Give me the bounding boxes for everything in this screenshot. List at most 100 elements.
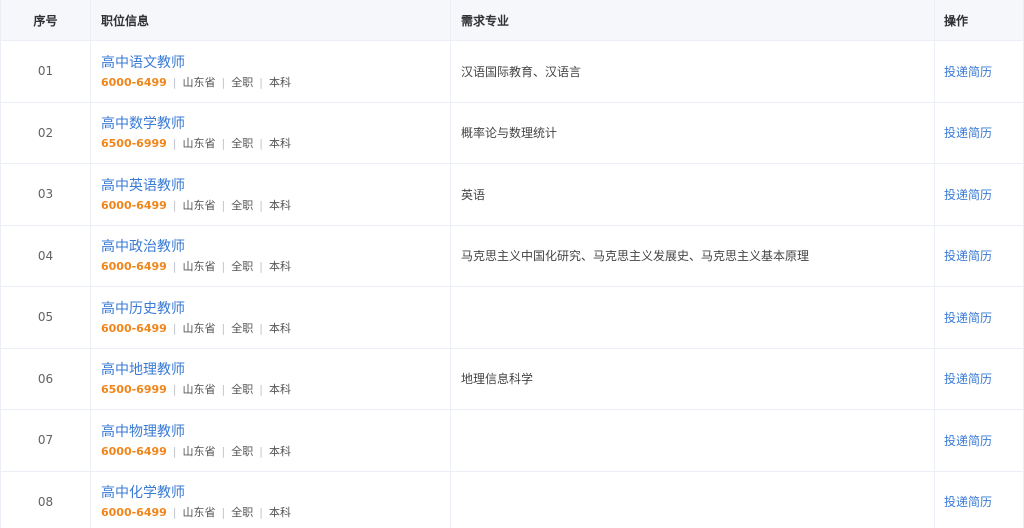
meta-separator: | [172, 506, 177, 520]
table-row: 06 高中地理教师 6500-6999 | 山东省 | 全职 | 本科 地理信息… [1, 348, 1023, 410]
job-info-cell: 高中地理教师 6500-6999 | 山东省 | 全职 | 本科 [91, 348, 451, 409]
major-cell: 英语 [451, 164, 935, 225]
job-meta: 6000-6499 | 山东省 | 全职 | 本科 [101, 445, 291, 459]
job-info-cell: 高中物理教师 6000-6499 | 山东省 | 全职 | 本科 [91, 410, 451, 471]
row-index-cell: 02 [1, 102, 91, 163]
row-index-cell: 01 [1, 41, 91, 102]
apply-resume-link[interactable]: 投递简历 [944, 370, 992, 387]
apply-resume-link[interactable]: 投递简历 [944, 186, 992, 203]
job-province: 山东省 [182, 75, 216, 89]
job-title-link[interactable]: 高中语文教师 [101, 53, 291, 73]
row-index-cell: 05 [1, 287, 91, 348]
meta-separator: | [172, 260, 177, 274]
salary-range: 6000-6499 [101, 260, 167, 274]
job-province: 山东省 [182, 137, 216, 151]
job-education: 本科 [268, 75, 291, 89]
header-index: 序号 [1, 0, 91, 40]
job-info-cell: 高中化学教师 6000-6499 | 山东省 | 全职 | 本科 [91, 471, 451, 528]
meta-separator: | [172, 75, 177, 89]
required-major: 概率论与数理统计 [461, 126, 558, 141]
apply-resume-link[interactable]: 投递简历 [944, 124, 992, 141]
row-index-cell: 06 [1, 348, 91, 409]
job-type: 全职 [231, 383, 254, 397]
job-meta: 6000-6499 | 山东省 | 全职 | 本科 [101, 76, 291, 90]
apply-resume-link[interactable]: 投递简历 [944, 63, 992, 80]
table-header: 序号 职位信息 需求专业 操作 [1, 0, 1023, 41]
job-info-cell: 高中语文教师 6000-6499 | 山东省 | 全职 | 本科 [91, 41, 451, 102]
salary-range: 6000-6499 [101, 506, 167, 520]
job-title-link[interactable]: 高中数学教师 [101, 114, 291, 134]
job-meta: 6000-6499 | 山东省 | 全职 | 本科 [101, 260, 291, 274]
operation-cell: 投递简历 [935, 226, 1023, 287]
job-meta: 6000-6499 | 山东省 | 全职 | 本科 [101, 199, 291, 213]
job-type: 全职 [231, 137, 254, 151]
meta-separator: | [221, 506, 226, 520]
meta-separator: | [221, 444, 226, 458]
job-info: 高中地理教师 6500-6999 | 山东省 | 全职 | 本科 [101, 360, 291, 397]
job-info: 高中物理教师 6000-6499 | 山东省 | 全职 | 本科 [101, 422, 291, 459]
row-index-cell: 07 [1, 410, 91, 471]
meta-separator: | [259, 506, 263, 520]
major-cell: 概率论与数理统计 [451, 102, 935, 163]
major-cell: 汉语国际教育、汉语言 [451, 41, 935, 102]
meta-separator: | [221, 75, 226, 89]
job-education: 本科 [268, 383, 291, 397]
major-cell [451, 471, 935, 528]
apply-resume-link[interactable]: 投递简历 [944, 309, 992, 326]
job-meta: 6500-6999 | 山东省 | 全职 | 本科 [101, 383, 291, 397]
row-index: 01 [37, 64, 54, 79]
row-index: 03 [37, 187, 54, 202]
apply-resume-link[interactable]: 投递简历 [944, 432, 992, 449]
meta-separator: | [259, 444, 263, 458]
meta-separator: | [221, 260, 226, 274]
job-info: 高中英语教师 6000-6499 | 山东省 | 全职 | 本科 [101, 176, 291, 213]
major-cell [451, 287, 935, 348]
meta-separator: | [259, 75, 263, 89]
table-row: 08 高中化学教师 6000-6499 | 山东省 | 全职 | 本科 投递简历 [1, 471, 1023, 528]
apply-resume-link[interactable]: 投递简历 [944, 493, 992, 510]
meta-separator: | [221, 383, 226, 397]
job-education: 本科 [268, 137, 291, 151]
job-meta: 6000-6499 | 山东省 | 全职 | 本科 [101, 506, 291, 520]
job-title-link[interactable]: 高中地理教师 [101, 360, 291, 380]
job-education: 本科 [268, 198, 291, 212]
job-title-link[interactable]: 高中物理教师 [101, 422, 291, 442]
table-row: 02 高中数学教师 6500-6999 | 山东省 | 全职 | 本科 概率论与… [1, 102, 1023, 164]
job-education: 本科 [268, 506, 291, 520]
job-info: 高中语文教师 6000-6499 | 山东省 | 全职 | 本科 [101, 53, 291, 90]
table-row: 03 高中英语教师 6000-6499 | 山东省 | 全职 | 本科 英语 投… [1, 164, 1023, 226]
job-province: 山东省 [182, 198, 216, 212]
meta-separator: | [221, 137, 226, 151]
job-province: 山东省 [182, 506, 216, 520]
job-education: 本科 [268, 321, 291, 335]
meta-separator: | [259, 321, 263, 335]
meta-separator: | [172, 383, 177, 397]
required-major: 汉语国际教育、汉语言 [461, 64, 582, 79]
meta-separator: | [172, 198, 177, 212]
job-title-link[interactable]: 高中政治教师 [101, 237, 291, 257]
job-info: 高中政治教师 6000-6499 | 山东省 | 全职 | 本科 [101, 237, 291, 274]
table-row: 01 高中语文教师 6000-6499 | 山东省 | 全职 | 本科 汉语国际… [1, 41, 1023, 103]
apply-resume-link[interactable]: 投递简历 [944, 247, 992, 264]
job-title-link[interactable]: 高中历史教师 [101, 299, 291, 319]
job-title-link[interactable]: 高中英语教师 [101, 176, 291, 196]
salary-range: 6500-6999 [101, 137, 167, 151]
job-type: 全职 [231, 75, 254, 89]
job-info: 高中历史教师 6000-6499 | 山东省 | 全职 | 本科 [101, 299, 291, 336]
meta-separator: | [259, 198, 263, 212]
header-job-info: 职位信息 [91, 0, 451, 40]
job-title-link[interactable]: 高中化学教师 [101, 483, 291, 503]
job-type: 全职 [231, 260, 254, 274]
row-index: 07 [37, 433, 54, 448]
header-major: 需求专业 [451, 0, 935, 40]
meta-separator: | [172, 444, 177, 458]
row-index: 02 [37, 125, 54, 140]
row-index: 05 [37, 310, 54, 325]
salary-range: 6500-6999 [101, 383, 167, 397]
meta-separator: | [172, 321, 177, 335]
job-education: 本科 [268, 260, 291, 274]
meta-separator: | [259, 383, 263, 397]
salary-range: 6000-6499 [101, 444, 167, 458]
job-table: 序号 职位信息 需求专业 操作 01 高中语文教师 6000-6499 | 山东… [0, 0, 1024, 528]
meta-separator: | [172, 137, 177, 151]
